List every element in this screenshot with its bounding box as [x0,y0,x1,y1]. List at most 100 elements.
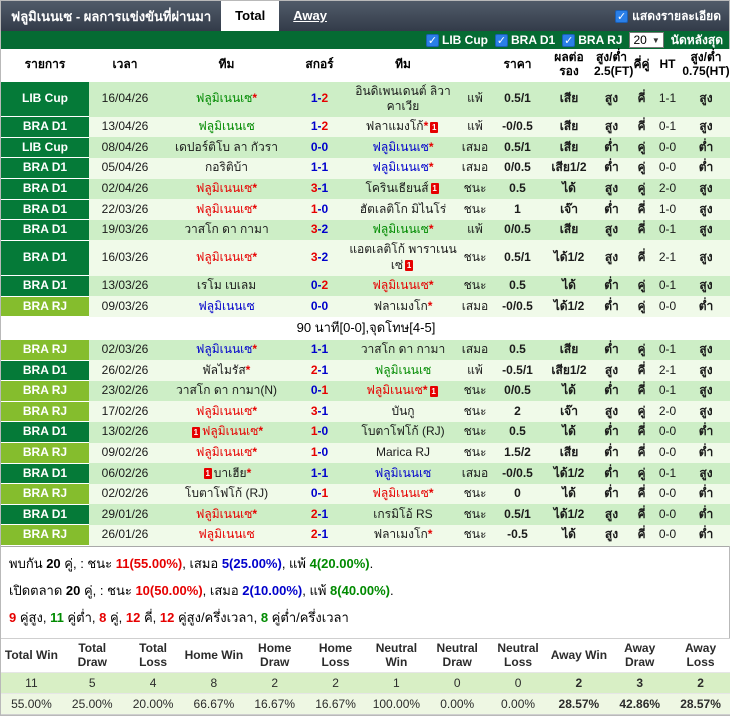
odd-even: คู่ [629,275,654,297]
match-date: 13/03/26 [89,275,161,297]
result: ชนะ [459,199,491,220]
team-name: เดปอร์ติโบ ลา กัวรา [175,139,278,154]
team-name: ฟลูมิเนนเซ [195,91,253,106]
handicap-result: ได้ [544,524,594,546]
score: 0-1 [292,483,347,505]
handicap-result: ได้1/2 [544,463,594,484]
summary-segment: 8(40.00%) [330,583,391,599]
recent-matches-select[interactable]: 20 ▼ [629,32,664,48]
score: 1-0 [292,199,347,220]
score: 2-1 [292,360,347,381]
league-badge: BRA D1 [1,360,89,382]
handicap-result: เสีย [544,137,594,158]
summary-segment: คู่ต่ำ, [63,610,100,626]
summary-segment: , เสมอ [202,583,243,599]
handicap-odds: 1 [491,199,544,220]
star-marker: * [252,91,258,106]
team-name: ฟลูมิเนนเซ [195,403,253,418]
stats-count: 3 [609,671,671,694]
ht-score: 0-0 [654,483,681,505]
away-goals: 2 [321,222,329,237]
odd-even: คู่ [629,178,654,200]
show-details-checkbox[interactable]: ✓ [615,9,629,23]
lib-cup-label: LIB Cup [442,33,488,47]
over-under-ht: สูง [681,360,730,381]
handicap-odds: -0.5/1 [491,360,544,381]
team-name: พัลไมรัส [202,362,246,377]
over-under-ft: ต่ำ [594,463,629,484]
bra-rj-checkbox[interactable]: ✓ [562,33,576,47]
team-name: ฟลูมิเนนเซ [198,527,255,542]
top-bar: ฟลูมิเนนเซ - ผลการแข่งขันที่ผ่านมา Total… [1,1,729,31]
team-name: บันกู [391,403,415,418]
league-badge: BRA RJ [1,483,89,505]
bra-d1-label: BRA D1 [511,33,556,47]
team-name: วาสโก ดา กามา [360,342,446,357]
star-marker: * [428,486,434,501]
stats-percent: 0.00% [426,692,488,715]
away-goals: 1 [321,403,329,418]
summary-segment: 20 [46,556,61,572]
handicap-odds: 0.5 [491,421,544,443]
handicap-odds: -0/0.5 [491,116,544,138]
handicap-result: เสีย [544,116,594,138]
table-header-row: รายการ เวลา ทีม สกอร์ ทีม ราคา ผลต่อ รอง สูง/ต่… [1,49,730,82]
handicap-result: ได้1/2 [544,504,594,525]
score: 1-0 [292,442,347,464]
odd-even: คี่ [629,442,654,464]
handicap-result: เสีย [544,442,594,464]
match-date: 02/02/26 [89,483,161,505]
score: 2-1 [292,524,347,546]
team-name: ฟลูมิเนนเซ [195,201,253,216]
score: 1-1 [292,463,347,484]
handicap-result: ได้1/2 [544,296,594,317]
team-name: กอริติบ้า [204,160,249,175]
stats-count: 11 [1,671,62,694]
match-date: 13/04/26 [89,116,161,138]
odd-even: คี่ [629,116,654,138]
league-badge: BRA RJ [1,401,89,423]
team-name: ฟลาเมงโก [373,527,428,542]
stats-percent: 66.67% [183,692,245,715]
result: ชนะ [459,483,491,505]
over-under-ft: สูง [594,178,629,200]
column-header: สูง/ต่ำ 2.5(FT) [594,49,633,82]
bra-d1-checkbox[interactable]: ✓ [495,33,508,47]
handicap-result: เสีย1/2 [544,157,594,179]
team-name: โบตาโฟโก้ (RJ) [184,486,269,501]
away-team: Marica RJ [347,442,459,464]
home-team: ฟลูมิเนนเซ* [161,81,292,117]
handicap-odds: 0.5/1 [491,137,544,158]
match-row: BRA D1 06/02/26 1 บาเฮีย* 1-1 ฟลูมิเนนเซ เสมอ -… [1,463,730,485]
home-team: ฟลูมิเนนเซ* [161,199,292,220]
column-header: สูง/ต่ำ 0.75(HT) [681,49,730,82]
tab-total[interactable]: Total [221,1,280,31]
summary-segment: , เสมอ [182,556,222,572]
column-header: ผลต่อ รอง [544,49,594,82]
page-title: ฟลูมิเนนเซ - ผลการแข่งขันที่ผ่านมา [11,8,212,24]
result: แพ้ [459,360,491,381]
away-goals: 1 [321,465,329,480]
over-under-ht: สูง [681,199,730,220]
over-under-ft: สูง [594,504,629,525]
away-team: ฟลูมิเนนเซ [347,360,459,381]
home-team: ฟลูมิเนนเซ* [161,340,292,361]
stats-count: 2 [244,671,306,694]
league-badge: BRA RJ [1,296,89,318]
score: 1-2 [292,81,347,117]
over-under-ht: สูง [681,81,730,117]
column-header: สกอร์ [292,49,347,82]
handicap-result: ได้ [544,275,594,297]
red-card-icon: 1 [430,121,439,133]
red-card-icon: 1 [429,385,438,397]
tab-away[interactable]: Away [279,1,341,31]
stats-header: Neutral Loss [487,638,549,673]
result: เสมอ [459,137,491,158]
score: 3-1 [292,178,347,200]
match-date: 17/02/26 [89,401,161,422]
handicap-result: เสีย [544,81,594,117]
summary-segment: คู่, [106,610,126,626]
lib-cup-checkbox[interactable]: ✓ [426,33,439,47]
home-goals: 3 [310,403,318,418]
match-row: BRA D1 13/02/26 1 ฟลูมิเนนเซ* 1-0 โบตาโฟโก้ (… [1,421,730,444]
